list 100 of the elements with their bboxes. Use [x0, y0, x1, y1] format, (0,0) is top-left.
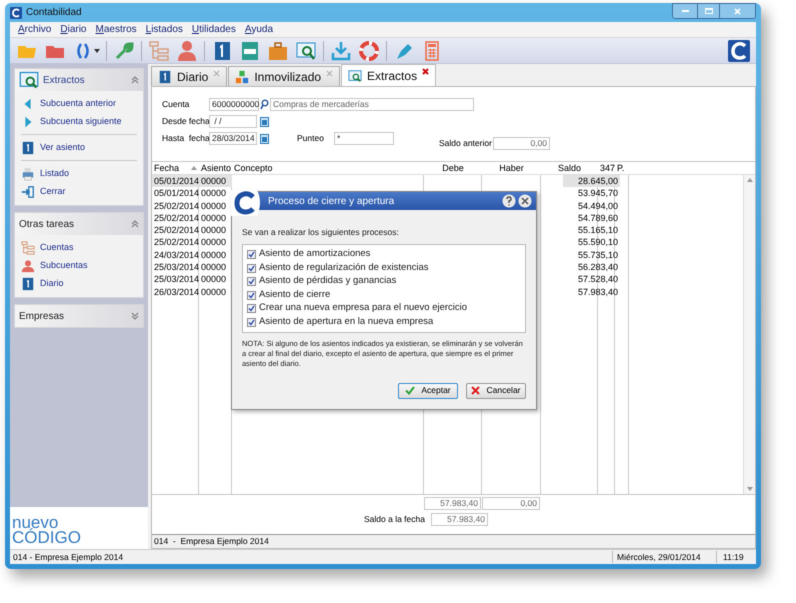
- table-cell[interactable]: 05/01/2014: [152, 187, 199, 200]
- tab[interactable]: Inmovilizado: [228, 66, 340, 86]
- collapse-icon: [131, 220, 139, 228]
- colored-blocks-icon: [235, 70, 250, 84]
- status-time: 11:19: [716, 550, 756, 564]
- table-cell[interactable]: 54.494,00: [563, 200, 620, 212]
- checkbox[interactable]: [247, 290, 256, 300]
- close-button[interactable]: [719, 4, 755, 18]
- process-checkbox[interactable]: Asiento de cierre: [247, 288, 521, 302]
- account-field[interactable]: 6000000000: [209, 98, 259, 111]
- task-link[interactable]: Subcuenta siguiente: [21, 113, 137, 131]
- process-checkbox[interactable]: Asiento de regularización de existencias: [247, 261, 521, 275]
- checkbox[interactable]: [247, 318, 256, 326]
- process-checkbox[interactable]: Crear una nueva empresa para el nuevo ejercicio: [247, 302, 521, 316]
- help-icon[interactable]: [502, 194, 516, 208]
- task-link[interactable]: Subcuenta anterior: [21, 95, 137, 113]
- menu-item[interactable]: Utilidades: [192, 22, 236, 37]
- cancel-button[interactable]: Cancelar: [466, 382, 526, 399]
- field-label: Saldo a la fecha: [364, 513, 425, 526]
- column-header[interactable]: Saldo: [541, 162, 598, 174]
- person-icon[interactable]: [176, 40, 198, 62]
- tab[interactable]: Diario: [151, 66, 228, 86]
- table-cell-text: 00000: [200, 273, 228, 286]
- balance-field[interactable]: 0,00: [493, 137, 550, 150]
- process-checkbox[interactable]: Asiento de apertura en la nueva empresa: [247, 315, 521, 329]
- suitcase-icon[interactable]: [267, 40, 289, 62]
- table-cell[interactable]: 57.983,40: [563, 286, 620, 298]
- notebook-one-icon: [158, 70, 172, 84]
- process-checkbox[interactable]: Asiento de pérdidas y ganancias: [247, 274, 521, 288]
- maximize-button[interactable]: [697, 4, 719, 18]
- app-logo-icon: [231, 190, 263, 216]
- balance-field[interactable]: 57.983,40: [430, 513, 488, 526]
- table-cell[interactable]: 28.645,00: [563, 175, 620, 188]
- panel-title: Otras tareas: [19, 218, 74, 232]
- scrollbar[interactable]: [743, 175, 755, 494]
- column-header[interactable]: Debe: [424, 162, 482, 174]
- menu-item[interactable]: Listados: [146, 22, 183, 37]
- column-header[interactable]: Concepto: [232, 162, 424, 174]
- table-cell[interactable]: 55.165,10: [563, 224, 620, 236]
- field-label: Hasta fecha: [162, 133, 209, 144]
- account-name-field[interactable]: Compras de mercaderías: [270, 98, 474, 111]
- table-cell[interactable]: 55.590,10: [563, 236, 620, 249]
- table-cell[interactable]: 56.283,40: [563, 261, 620, 274]
- task-link[interactable]: Cerrar: [21, 183, 137, 201]
- table-cell[interactable]: 55.735,10: [563, 248, 620, 262]
- total-debit-field[interactable]: 57.983,40: [424, 497, 481, 510]
- task-link[interactable]: Listado: [21, 165, 137, 183]
- menu-item[interactable]: Archivo: [18, 22, 52, 37]
- close-icon[interactable]: [422, 68, 430, 75]
- lifebuoy-icon[interactable]: [358, 40, 380, 62]
- checkbox[interactable]: [247, 304, 256, 313]
- dialog-message: Se van a realizar los siguientes procesos:: [242, 226, 400, 239]
- window-magnifier-icon: [348, 68, 362, 82]
- column-header[interactable]: P.: [615, 162, 629, 174]
- logo-text: CÓDIGO: [12, 528, 81, 548]
- table-cell[interactable]: 25/02/2014: [152, 212, 199, 224]
- task-link[interactable]: Subcuentas: [21, 257, 137, 275]
- table-cell-text: 00000: [200, 248, 228, 262]
- menu-item[interactable]: Diario: [60, 22, 86, 37]
- table-cell[interactable]: 25/03/2014: [152, 273, 199, 286]
- table-cell[interactable]: 24/03/2014: [152, 248, 199, 262]
- sort-ascending-icon: [191, 166, 197, 170]
- table-cell[interactable]: 25/03/2014: [152, 261, 199, 274]
- task-link[interactable]: Diario: [21, 275, 137, 293]
- window-magnifier-icon[interactable]: [295, 40, 317, 62]
- table-cell[interactable]: 25/02/2014: [152, 224, 199, 236]
- accept-button[interactable]: Aceptar: [398, 382, 458, 399]
- status-date: Miércoles, 29/01/2014: [612, 550, 716, 564]
- table-cell[interactable]: 05/01/2014: [152, 175, 199, 188]
- table-cell[interactable]: 25/02/2014: [152, 236, 199, 249]
- close-icon[interactable]: [518, 194, 532, 208]
- download-icon[interactable]: [330, 40, 352, 62]
- column-header[interactable]: Asiento: [199, 162, 232, 174]
- checkbox[interactable]: [247, 264, 256, 272]
- task-link[interactable]: Ver asiento: [21, 139, 137, 157]
- column-header[interactable]: Haber: [482, 162, 541, 174]
- table-cell[interactable]: 54.789,60: [563, 212, 620, 224]
- table-cell-text: 00000: [200, 261, 228, 274]
- total-credit-field[interactable]: 0,00: [482, 497, 540, 510]
- table-cell[interactable]: 25/02/2014: [152, 200, 199, 212]
- tab[interactable]: Extractos: [341, 64, 436, 86]
- person-icon: [21, 259, 35, 273]
- column-header[interactable]: Fecha: [152, 162, 199, 174]
- panel-title: Empresas: [19, 310, 64, 324]
- column-header[interactable]: 347: [598, 162, 615, 174]
- table-cell-text: 00000: [200, 224, 228, 236]
- date-field[interactable]: 28/03/2014: [209, 132, 257, 145]
- field-label: Saldo anterior: [439, 137, 491, 150]
- table-cell[interactable]: 57.528,40: [563, 273, 620, 286]
- search-icon[interactable]: [260, 99, 269, 110]
- date-field[interactable]: / /: [209, 115, 257, 128]
- menu-item[interactable]: Ayuda: [244, 22, 274, 37]
- table-cell[interactable]: 26/03/2014: [152, 286, 199, 298]
- punteo-field[interactable]: *: [334, 132, 394, 145]
- task-link[interactable]: Cuentas: [21, 239, 137, 257]
- table-cell[interactable]: 53.945,70: [563, 187, 620, 200]
- checkbox[interactable]: [247, 277, 256, 286]
- menu-item[interactable]: Maestros: [96, 22, 137, 37]
- process-checkbox[interactable]: Asiento de amortizaciones: [247, 248, 521, 262]
- checkbox[interactable]: [247, 250, 256, 259]
